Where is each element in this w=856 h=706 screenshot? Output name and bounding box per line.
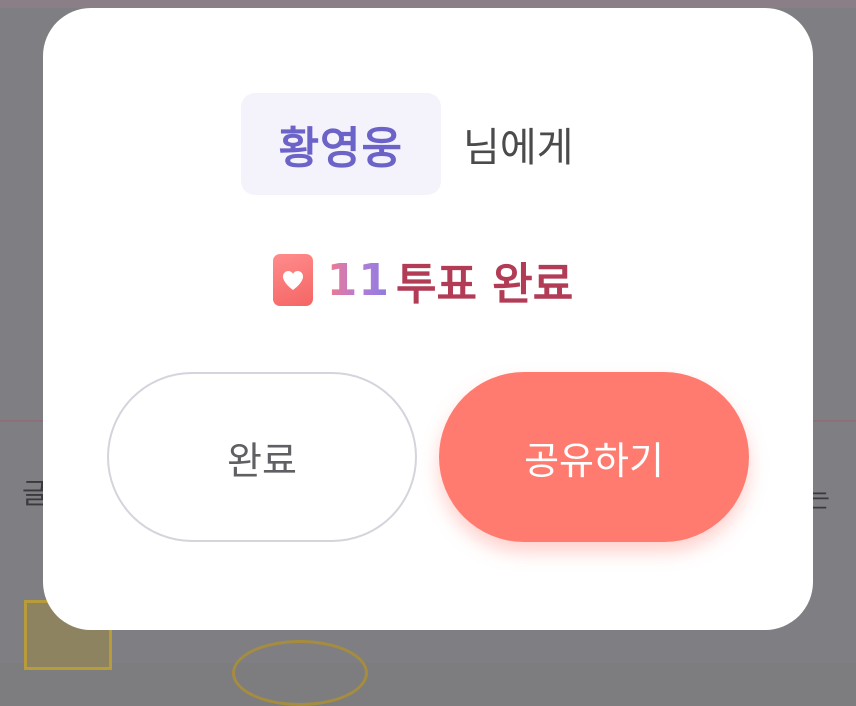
share-button-label: 공유하기 bbox=[524, 438, 664, 483]
recipient-suffix: 님에게 bbox=[463, 125, 574, 171]
recipient-row: 황영웅 님에게 bbox=[43, 93, 813, 195]
heart-icon bbox=[272, 254, 313, 306]
done-button[interactable]: 완료 bbox=[107, 372, 417, 542]
recipient-name-chip: 황영웅 bbox=[240, 93, 442, 195]
recipient-name: 황영웅 bbox=[278, 123, 404, 174]
vote-count: 11 bbox=[326, 254, 390, 306]
vote-result-row: 11 투표 완료 bbox=[43, 248, 813, 312]
background-circle-graphic bbox=[232, 640, 368, 706]
vote-complete-label: 투표 완료 bbox=[395, 259, 574, 310]
vote-complete-modal: 황영웅 님에게 11 투표 완료 완료 공유하기 bbox=[43, 8, 813, 630]
background-header-strip bbox=[0, 0, 856, 8]
share-button[interactable]: 공유하기 bbox=[439, 372, 749, 542]
heart-icon-glyph bbox=[282, 271, 303, 290]
done-button-label: 완료 bbox=[227, 438, 297, 483]
